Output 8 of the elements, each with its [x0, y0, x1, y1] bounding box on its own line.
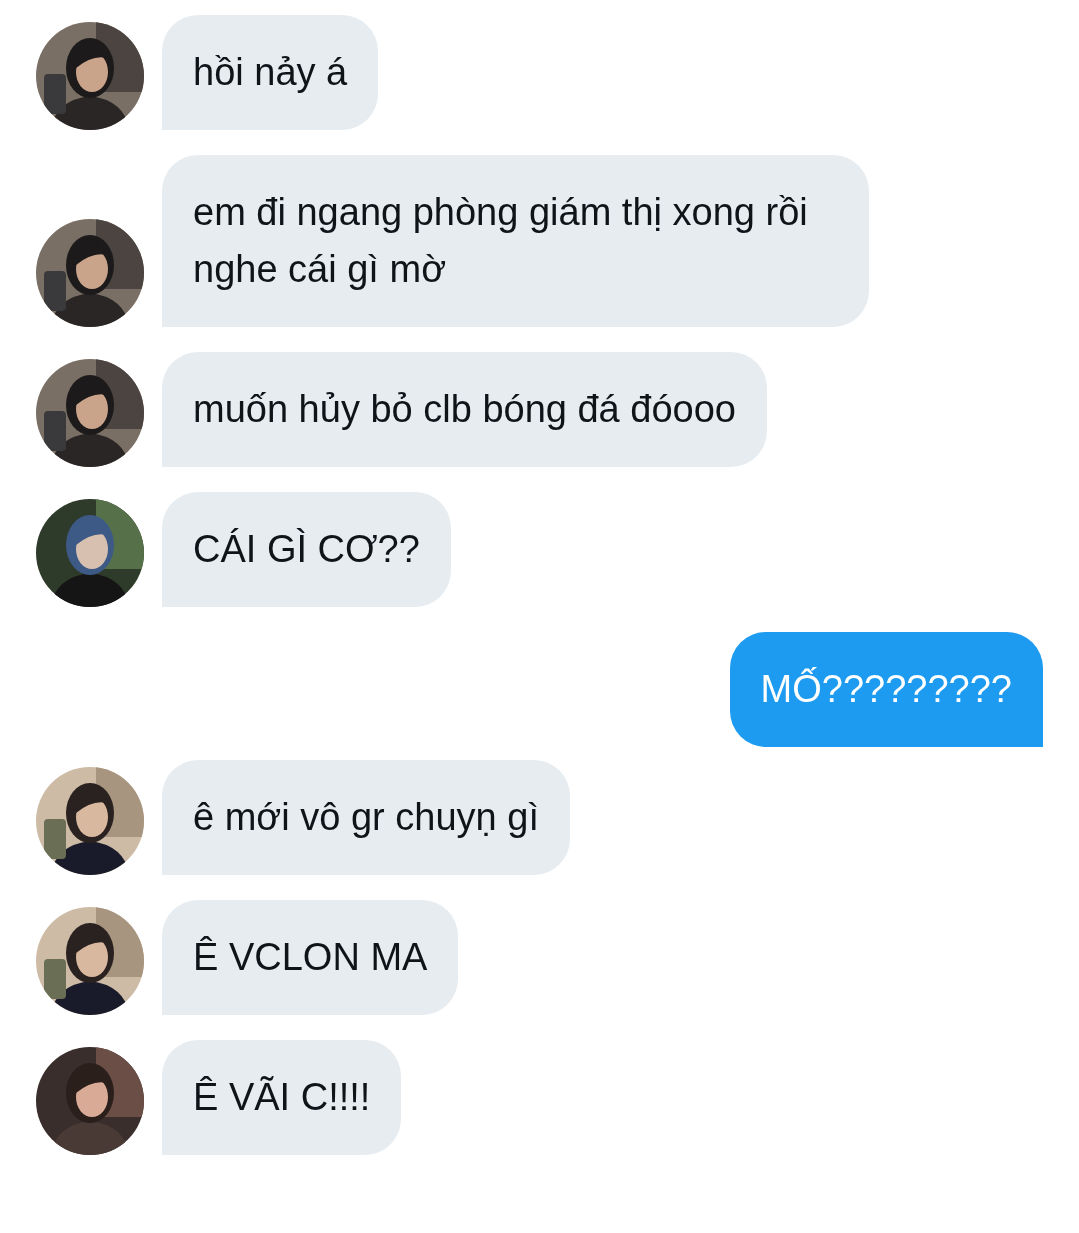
- received-message: em đi ngang phòng giám thị xong rồi nghe cái gì mờ: [162, 155, 869, 327]
- received-message: ê mới vô gr chuyṇ gì: [162, 760, 570, 875]
- received-message: Ê VCLON MA: [162, 900, 459, 1015]
- received-message: hồi nảy á: [162, 15, 379, 130]
- received-message: muốn hủy bỏ clb bóng đá đóooo: [162, 352, 767, 467]
- received-message: Ê VÃI C!!!!: [162, 1040, 402, 1155]
- sent-message: MỐ?????????: [729, 632, 1043, 747]
- received-message: CÁI GÌ CƠ??: [162, 492, 451, 607]
